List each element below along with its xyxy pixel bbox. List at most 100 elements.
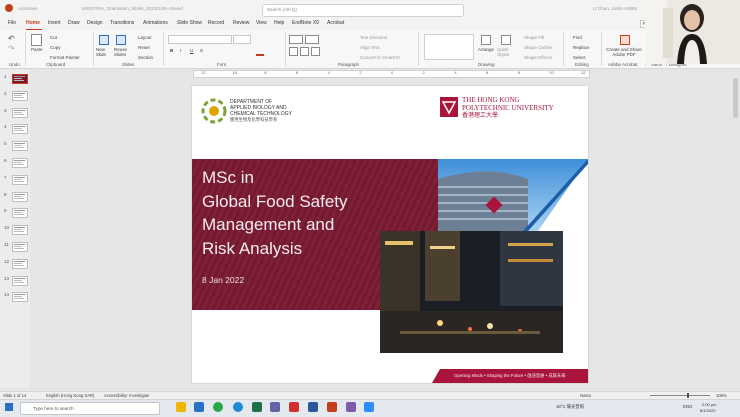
slide-date[interactable]: 8 Jan 2022 xyxy=(202,275,244,285)
shape-outline-button[interactable]: Shape Outline xyxy=(524,45,553,50)
slide-thumbnail[interactable] xyxy=(12,90,28,101)
notes-button[interactable]: Notes xyxy=(580,393,591,398)
slide-thumbnail[interactable] xyxy=(12,191,28,202)
app-task-icon[interactable] xyxy=(346,402,356,412)
font-size-select[interactable] xyxy=(233,35,251,44)
create-adobe-pdf-button[interactable]: Create and Share Adobe PDF xyxy=(605,47,643,57)
arrange-icon[interactable] xyxy=(481,35,491,45)
edge-icon[interactable] xyxy=(233,402,243,412)
zoom-app-icon[interactable] xyxy=(364,402,374,412)
file-explorer-icon[interactable] xyxy=(176,402,186,412)
shadow-button[interactable]: S xyxy=(200,48,203,53)
quick-styles-button[interactable]: Quick Styles xyxy=(497,47,515,57)
excel-icon[interactable] xyxy=(252,402,262,412)
user-name[interactable]: LI Chan, Justin ANBM xyxy=(593,6,637,11)
input-language[interactable]: ENG xyxy=(683,404,692,409)
reuse-slides-button[interactable]: Reuse Slides xyxy=(114,47,128,57)
slide-canvas[interactable]: DEPARTMENT OF APPLIED BIOLOGY AND CHEMIC… xyxy=(192,86,588,383)
layout-button[interactable]: Layout xyxy=(138,35,152,40)
slide-thumbnail[interactable] xyxy=(12,141,28,152)
autosave-toggle[interactable]: AutoSave xyxy=(18,6,38,11)
tab-design[interactable]: Design xyxy=(87,20,103,26)
reset-button[interactable]: Reset xyxy=(138,45,150,50)
bullets-icon[interactable] xyxy=(289,35,303,44)
bold-button[interactable]: B xyxy=(170,48,173,53)
slide-thumbnail[interactable] xyxy=(12,258,28,269)
font-name-select[interactable] xyxy=(168,35,232,44)
slide-thumbnail[interactable] xyxy=(12,292,28,303)
slide-thumbnail[interactable] xyxy=(12,242,28,252)
zoom-slider[interactable] xyxy=(650,395,710,396)
zoom-slider-thumb[interactable] xyxy=(687,393,689,398)
teams-icon[interactable] xyxy=(270,402,280,412)
new-slide-button[interactable]: New Slide xyxy=(96,47,110,57)
find-button[interactable]: Find xyxy=(573,35,582,40)
tab-record[interactable]: Record xyxy=(208,20,224,26)
clock-time[interactable]: 2:00 pm xyxy=(702,402,716,407)
slide-thumbnail[interactable] xyxy=(12,107,28,118)
text-direction-button[interactable]: Text Direction xyxy=(360,35,387,40)
paste-icon[interactable] xyxy=(31,34,42,46)
zoom-level[interactable]: 106% xyxy=(716,393,727,398)
slide-thumbnail[interactable] xyxy=(12,208,28,219)
accessibility-checker[interactable]: Accessibility: Investigate xyxy=(104,393,149,398)
align-center-icon[interactable] xyxy=(300,47,309,56)
shape-effects-button[interactable]: Shape Effects xyxy=(524,55,552,60)
slide-title[interactable]: MSc in Global Food Safety Management and… xyxy=(202,166,348,260)
arrange-button[interactable]: Arrange xyxy=(478,47,494,52)
tab-transitions[interactable]: Transitions xyxy=(110,20,134,26)
format-painter-button[interactable]: Format Painter xyxy=(50,55,80,60)
undo-icon[interactable]: ↶ xyxy=(8,34,15,43)
slide-thumbnail[interactable] xyxy=(12,158,28,168)
word-icon[interactable] xyxy=(308,402,318,412)
tab-draw[interactable]: Draw xyxy=(68,20,80,26)
cut-button[interactable]: Cut xyxy=(50,35,57,40)
slide-thumbnail[interactable] xyxy=(12,74,28,84)
slide-thumbnail[interactable] xyxy=(12,174,28,185)
language-indicator[interactable]: English (Hong Kong SAR) xyxy=(46,393,94,398)
replace-button[interactable]: Replace xyxy=(573,45,590,50)
shapes-gallery[interactable] xyxy=(424,34,474,60)
windows-start-icon[interactable] xyxy=(5,403,13,411)
search-box[interactable]: Search (Alt+Q) xyxy=(262,4,464,17)
adobe-pdf-icon[interactable] xyxy=(620,35,630,45)
tab-file[interactable]: File xyxy=(8,20,16,26)
tab-acrobat[interactable]: Acrobat xyxy=(327,20,344,26)
tab-slide-show[interactable]: Slide Show xyxy=(177,20,202,26)
chrome-icon[interactable] xyxy=(213,402,223,412)
tab-help[interactable]: Help xyxy=(274,20,284,26)
font-color-icon[interactable] xyxy=(256,54,264,56)
quick-styles-icon[interactable] xyxy=(501,35,511,45)
outlook-icon[interactable] xyxy=(194,402,204,412)
weather-widget[interactable]: 18°C 陽光普照 xyxy=(556,404,584,410)
tab-home[interactable]: Home xyxy=(26,20,40,26)
tab-animations[interactable]: Animations xyxy=(143,20,168,26)
align-left-icon[interactable] xyxy=(289,47,298,56)
select-button[interactable]: Select xyxy=(573,55,586,60)
acrobat-icon[interactable] xyxy=(289,402,299,412)
shape-fill-button[interactable]: Shape Fill xyxy=(524,35,544,40)
tab-view[interactable]: View xyxy=(256,20,267,26)
new-slide-icon[interactable] xyxy=(99,35,109,45)
align-right-icon[interactable] xyxy=(311,47,320,56)
align-text-button[interactable]: Align Text xyxy=(360,45,379,50)
section-button[interactable]: Section xyxy=(138,55,153,60)
italic-button[interactable]: I xyxy=(180,48,181,53)
taskbar-search-box[interactable]: Type here to search xyxy=(20,402,160,415)
tab-insert[interactable]: Insert xyxy=(48,20,61,26)
tab-endnote[interactable]: EndNote X9 xyxy=(292,20,319,26)
slide-thumbnail[interactable] xyxy=(12,124,28,135)
slide-thumbnail[interactable] xyxy=(12,275,28,286)
copy-button[interactable]: Copy xyxy=(50,45,61,50)
numbering-icon[interactable] xyxy=(305,35,319,44)
underline-button[interactable]: U xyxy=(190,48,193,53)
powerpoint-task-icon[interactable] xyxy=(327,402,337,412)
paste-button[interactable]: Paste xyxy=(31,47,43,52)
slide-thumbnail[interactable] xyxy=(12,225,28,236)
redo-icon[interactable]: ↷ xyxy=(8,44,15,53)
tab-review[interactable]: Review xyxy=(233,20,249,26)
clock-date[interactable]: 8/1/2022 xyxy=(700,408,716,413)
reuse-slides-icon[interactable] xyxy=(116,35,126,45)
vertical-scrollbar[interactable] xyxy=(733,78,738,118)
convert-smartart-button[interactable]: Convert to SmartArt xyxy=(360,55,400,60)
